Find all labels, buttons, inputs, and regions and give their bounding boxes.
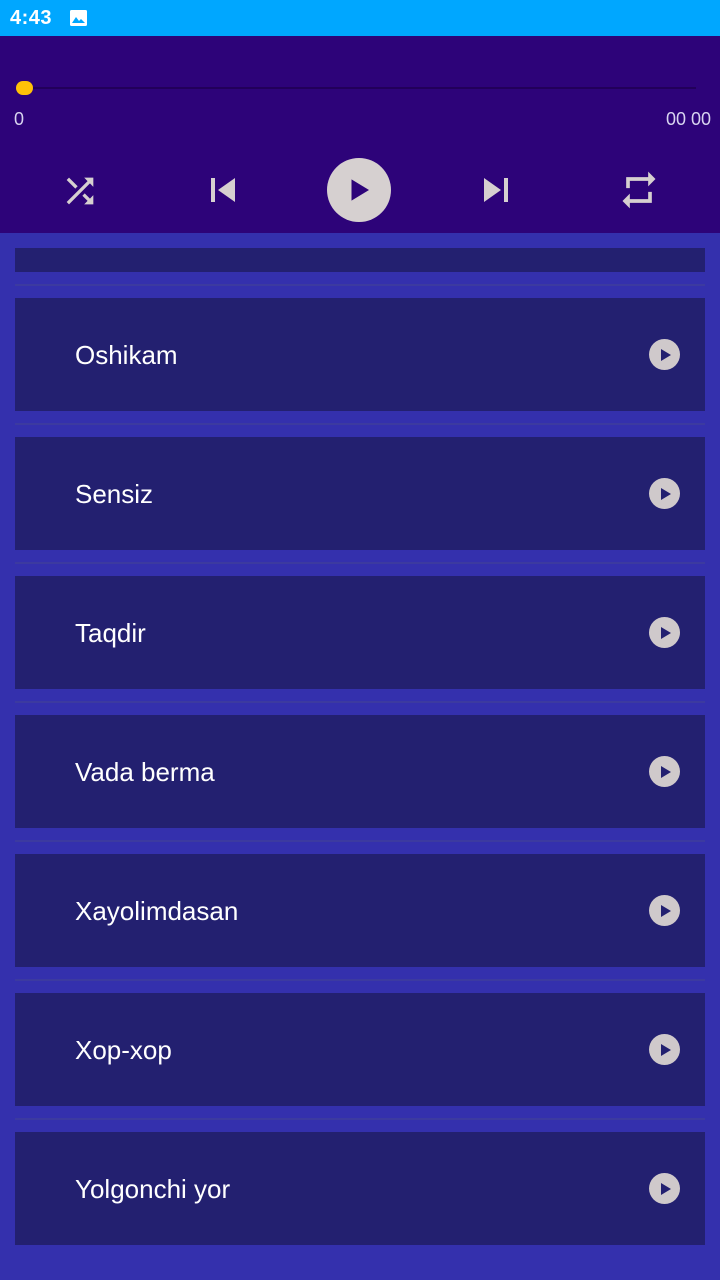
song-list[interactable]: Oshikam Sensiz Taqdir Vada berma Xayolim… [0, 233, 720, 1280]
skip-next-icon [472, 166, 520, 214]
seek-thumb[interactable] [16, 81, 33, 95]
song-title: Yolgonchi yor [75, 1174, 231, 1204]
divider [15, 840, 705, 842]
play-circle-icon[interactable] [649, 1173, 680, 1204]
next-button[interactable] [472, 166, 520, 214]
play-circle-icon[interactable] [649, 895, 680, 926]
status-bar: 4:43 [0, 0, 720, 36]
total-time: 00 00 [665, 109, 711, 129]
list-item[interactable]: Taqdir [15, 576, 705, 689]
play-circle-icon[interactable] [649, 339, 680, 370]
divider [15, 562, 705, 564]
song-title: Xop-xop [75, 1035, 172, 1065]
player-panel: 0 00 00 [0, 36, 720, 233]
seek-bar[interactable] [24, 87, 696, 89]
current-time: 0 [14, 109, 25, 129]
skip-previous-icon [199, 166, 247, 214]
song-title: Oshikam [75, 340, 178, 370]
repeat-button[interactable] [616, 167, 662, 213]
shuffle-button[interactable] [58, 169, 102, 213]
play-button[interactable] [327, 158, 391, 222]
play-icon [344, 175, 374, 205]
list-item[interactable]: Yolgonchi yor [15, 1132, 705, 1245]
play-circle-icon[interactable] [649, 1034, 680, 1065]
list-item[interactable]: Xop-xop [15, 993, 705, 1106]
divider [15, 701, 705, 703]
status-time: 4:43 [10, 7, 53, 29]
repeat-icon [617, 168, 661, 212]
play-circle-icon[interactable] [649, 617, 680, 648]
play-circle-icon[interactable] [649, 478, 680, 509]
list-item[interactable]: Vada berma [15, 715, 705, 828]
divider [15, 284, 705, 286]
list-item[interactable]: Oshikam [15, 298, 705, 411]
divider [15, 423, 705, 425]
previous-button[interactable] [199, 166, 247, 214]
play-circle-icon[interactable] [649, 756, 680, 787]
list-item[interactable]: Sensiz [15, 437, 705, 550]
image-icon [70, 10, 87, 26]
song-title: Xayolimdasan [75, 896, 239, 926]
list-item[interactable]: Xayolimdasan [15, 854, 705, 967]
divider [15, 979, 705, 981]
divider [15, 1118, 705, 1120]
song-title: Taqdir [75, 618, 146, 648]
song-title: Vada berma [75, 757, 215, 787]
shuffle-icon [60, 171, 100, 211]
song-title: Sensiz [75, 479, 154, 509]
list-item-partial[interactable] [15, 248, 705, 272]
